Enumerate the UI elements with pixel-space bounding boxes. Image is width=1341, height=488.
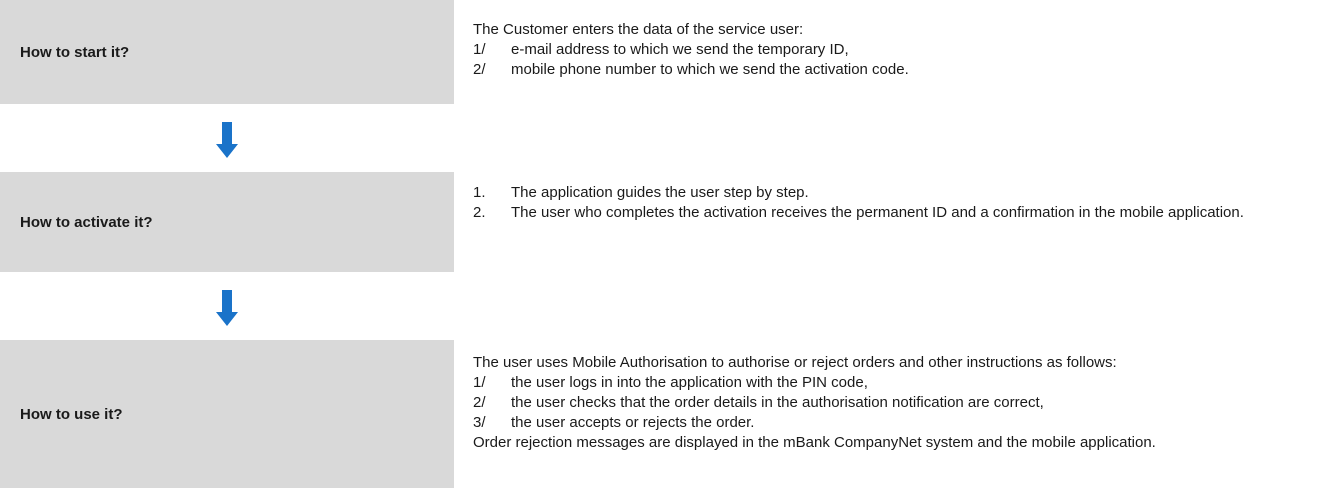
step-box-use: How to use it?: [0, 340, 454, 488]
list-marker: 1/: [473, 374, 486, 391]
list-marker: 2.: [473, 204, 486, 221]
list-item: 2. The user who completes the activation…: [473, 203, 1341, 223]
list-item: 1/ e-mail address to which we send the t…: [473, 40, 1341, 60]
list-item: 1. The application guides the user step …: [473, 183, 1341, 203]
list-item: 1/ the user logs in into the application…: [473, 373, 1341, 393]
list-marker: 3/: [473, 414, 486, 431]
list-item: 2/ the user checks that the order detail…: [473, 393, 1341, 413]
step-title-activate: How to activate it?: [20, 213, 153, 231]
list-item-text: the user checks that the order details i…: [511, 394, 1044, 411]
list-item-text: e-mail address to which we send the temp…: [511, 41, 849, 58]
step-box-activate: How to activate it?: [0, 172, 454, 272]
list-item-text: mobile phone number to which we send the…: [511, 61, 909, 78]
step-description-start: The Customer enters the data of the serv…: [473, 20, 1341, 80]
list-item: 2/ mobile phone number to which we send …: [473, 60, 1341, 80]
step-box-start: How to start it?: [0, 0, 454, 104]
list-marker: 1/: [473, 41, 486, 58]
step-intro: The Customer enters the data of the serv…: [473, 21, 804, 38]
step-description-use: The user uses Mobile Authorisation to au…: [473, 353, 1341, 453]
step-outro: Order rejection messages are displayed i…: [473, 434, 1156, 451]
list-marker: 1.: [473, 184, 486, 201]
step-description-activate: 1. The application guides the user step …: [473, 183, 1341, 223]
list-item-text: the user accepts or rejects the order.: [511, 414, 755, 431]
arrow-down-icon: [216, 290, 238, 326]
list-marker: 2/: [473, 61, 486, 78]
arrow-down-icon: [216, 122, 238, 158]
list-item: 3/ the user accepts or rejects the order…: [473, 413, 1341, 433]
step-title-use: How to use it?: [20, 405, 123, 423]
list-item-text: The user who completes the activation re…: [511, 204, 1244, 221]
list-item-text: the user logs in into the application wi…: [511, 374, 868, 391]
list-item-text: The application guides the user step by …: [511, 184, 809, 201]
step-title-start: How to start it?: [20, 43, 130, 61]
list-marker: 2/: [473, 394, 486, 411]
step-intro: The user uses Mobile Authorisation to au…: [473, 354, 1117, 371]
